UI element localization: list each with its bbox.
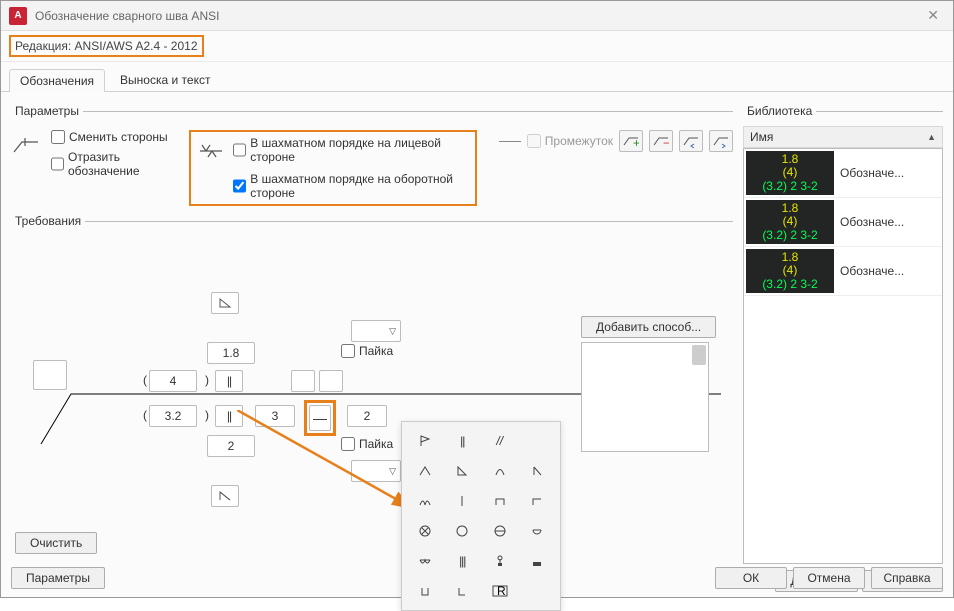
sym-circle-line-icon[interactable]: [481, 516, 519, 546]
stagger-face-checkbox[interactable]: В шахматном порядке на лицевой стороне: [233, 136, 469, 164]
library-thumb: 1.8(4)(3.2) 2 3-2: [746, 200, 834, 244]
cancel-button[interactable]: Отмена: [793, 567, 865, 589]
library-item[interactable]: 1.8(4)(3.2) 2 3-2 Обозначе...: [744, 247, 942, 296]
extra-top-1[interactable]: [291, 370, 315, 392]
sym-r-box-icon[interactable]: R: [481, 576, 519, 606]
extra-top-2[interactable]: [319, 370, 343, 392]
svg-text:−: −: [663, 136, 669, 148]
library-item-label: Обозначе...: [840, 264, 904, 278]
window-title: Обозначение сварного шва ANSI: [35, 9, 921, 23]
sym-fillet-icon[interactable]: [444, 456, 482, 486]
length-top-input[interactable]: [149, 370, 197, 392]
contour-bot-highlight-button[interactable]: —: [309, 405, 331, 431]
params-legend: Параметры: [11, 104, 83, 118]
finish-bot-select[interactable]: ▽: [351, 460, 401, 482]
req-legend: Требования: [11, 214, 85, 228]
symbol-palette-popup: || // ||| R: [401, 421, 561, 611]
chevron-down-icon: ▽: [389, 466, 396, 477]
stagger-icon: [197, 136, 225, 166]
library-item-label: Обозначе...: [840, 166, 904, 180]
library-thumb: 1.8(4)(3.2) 2 3-2: [746, 249, 834, 293]
fillet-remove-button[interactable]: −: [649, 130, 673, 152]
library-item[interactable]: 1.8(4)(3.2) 2 3-2 Обозначе...: [744, 149, 942, 198]
sym-bowtie-icon[interactable]: [406, 546, 444, 576]
svg-text:R: R: [497, 584, 506, 598]
tab-leader-text[interactable]: Выноска и текст: [109, 68, 221, 91]
close-icon[interactable]: ✕: [921, 7, 945, 24]
fillet-add-button[interactable]: +: [619, 130, 643, 152]
size-bot-input[interactable]: [207, 435, 255, 457]
help-button[interactable]: Справка: [871, 567, 943, 589]
sym-blank[interactable]: [519, 426, 557, 456]
stagger-back-checkbox[interactable]: В шахматном порядке на оборотной стороне: [233, 172, 469, 200]
fillet-left-button[interactable]: [679, 130, 703, 152]
app-logo: A: [9, 7, 27, 25]
ok-button[interactable]: ОК: [715, 567, 787, 589]
swap-sides-checkbox[interactable]: Сменить стороны: [51, 130, 179, 144]
brazing-bot-checkbox[interactable]: Пайка: [341, 437, 393, 451]
size-top-input[interactable]: [207, 342, 255, 364]
sym-double-arc-icon[interactable]: [406, 486, 444, 516]
mirror-checkbox[interactable]: Отразить обозначение: [51, 150, 179, 178]
sym-double-slash-icon[interactable]: //: [481, 426, 519, 456]
symbol-bot-button[interactable]: ||: [215, 405, 243, 427]
sym-u-right-icon[interactable]: [444, 576, 482, 606]
clear-button[interactable]: Очистить: [15, 532, 97, 554]
contour-top-button[interactable]: [211, 292, 239, 314]
pitch-input[interactable]: [255, 405, 295, 427]
library-item[interactable]: 1.8(4)(3.2) 2 3-2 Обозначе...: [744, 198, 942, 247]
library-thumb: 1.8(4)(3.2) 2 3-2: [746, 151, 834, 195]
sym-stem-circle-icon[interactable]: [481, 546, 519, 576]
symbol-top-button[interactable]: ||: [215, 370, 243, 392]
sym-halfsquare-icon[interactable]: [519, 486, 557, 516]
gap-line-icon: [499, 141, 521, 142]
library-item-label: Обозначе...: [840, 215, 904, 229]
brazing-top-checkbox[interactable]: Пайка: [341, 344, 393, 358]
library-legend: Библиотека: [743, 104, 816, 118]
sym-square-icon[interactable]: [481, 486, 519, 516]
sym-triple-bar-ицон[interactable]: |||: [444, 546, 482, 576]
fillet-right-button[interactable]: [709, 130, 733, 152]
finish-top-select[interactable]: ▽: [351, 320, 401, 342]
sym-half-circle-icon[interactable]: [519, 516, 557, 546]
sym-circle-icon[interactable]: [444, 516, 482, 546]
pardoms-button[interactable]: Параметры: [11, 567, 105, 589]
svg-text:+: +: [633, 136, 639, 148]
revision-label: Редакция: ANSI/AWS A2.4 - 2012: [9, 35, 204, 57]
tail-box[interactable]: [33, 360, 67, 390]
chevron-down-icon: ▽: [389, 326, 396, 337]
library-name-header[interactable]: Имя ▲: [743, 126, 943, 148]
scrollbar-thumb[interactable]: [692, 345, 706, 365]
methods-listbox[interactable]: [581, 342, 709, 452]
sym-arc-up-icon[interactable]: [481, 456, 519, 486]
sort-asc-icon: ▲: [927, 132, 936, 142]
sym-caret-icon[interactable]: [406, 456, 444, 486]
count-input[interactable]: [347, 405, 387, 427]
contour-bot-button[interactable]: [211, 485, 239, 507]
sym-half-caret-icon[interactable]: [519, 456, 557, 486]
sym-vbar-icon[interactable]: [444, 486, 482, 516]
sym-filled-rect-icon[interactable]: [519, 546, 557, 576]
sym-parallel-icon[interactable]: ||: [444, 426, 482, 456]
length-bot-input[interactable]: [149, 405, 197, 427]
add-method-button[interactable]: Добавить способ...: [581, 316, 716, 338]
tab-symbols[interactable]: Обозначения: [9, 69, 105, 92]
sym-blank2[interactable]: [519, 576, 557, 606]
sym-u-left-icon[interactable]: [406, 576, 444, 606]
sym-circle-x-icon[interactable]: [406, 516, 444, 546]
sym-flag-icon[interactable]: [406, 426, 444, 456]
gap-checkbox[interactable]: Промежуток: [527, 134, 613, 148]
weld-leader-icon: [11, 130, 41, 160]
